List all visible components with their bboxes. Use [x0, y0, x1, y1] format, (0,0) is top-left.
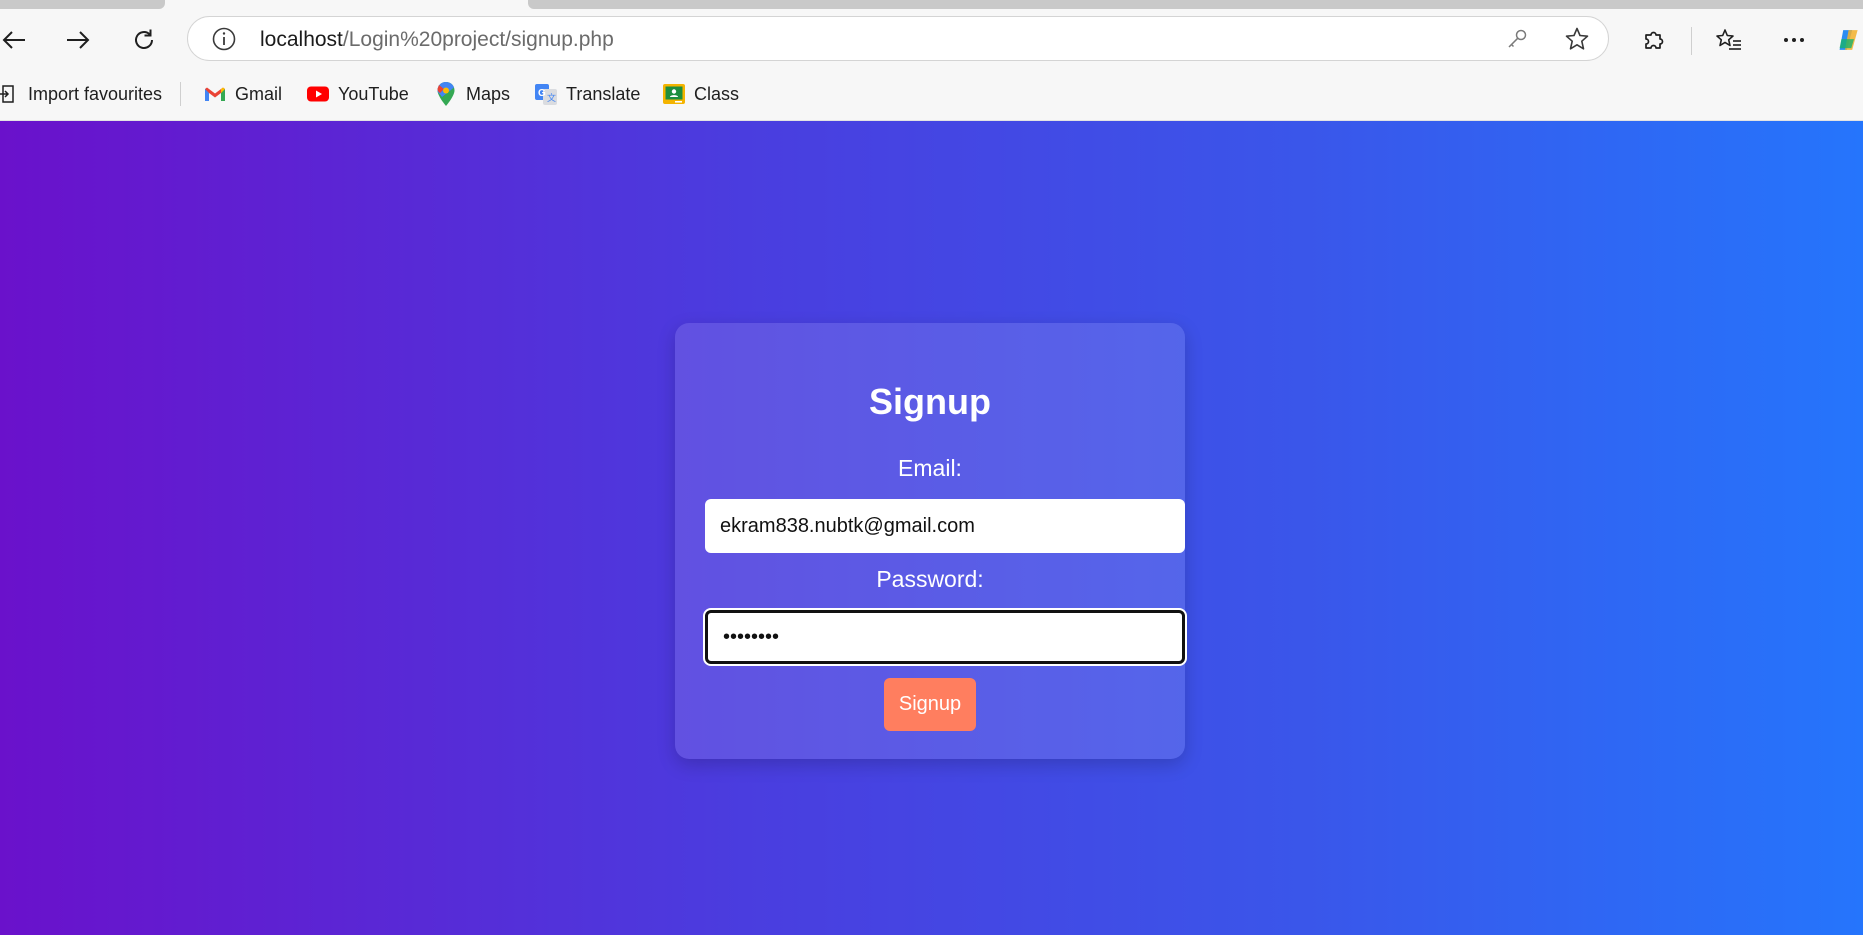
refresh-button[interactable] — [124, 20, 164, 60]
bookmark-youtube[interactable]: YouTube — [306, 76, 409, 112]
signup-button[interactable]: Signup — [884, 678, 976, 731]
bookmark-label: Import favourites — [28, 83, 163, 104]
forward-arrow-icon — [67, 31, 90, 49]
gmail-icon — [203, 82, 227, 106]
bookmark-maps[interactable]: Maps — [434, 76, 510, 112]
page-background: Signup Email: Password: Signup — [0, 121, 1863, 935]
youtube-icon — [306, 82, 330, 106]
copilot-icon — [1839, 30, 1858, 50]
bookmark-label: Maps — [466, 83, 511, 104]
tab-strip-left — [0, 0, 165, 9]
copilot-button[interactable] — [1836, 20, 1863, 60]
url-text[interactable]: localhost/Login%20project/signup.php — [260, 28, 614, 52]
favourites-button[interactable] — [1709, 20, 1749, 60]
back-arrow-icon — [2, 31, 25, 49]
favourites-list-icon — [1716, 29, 1741, 50]
refresh-icon — [135, 29, 153, 49]
bookmark-label: YouTube — [338, 83, 409, 104]
bookmark-label: Gmail — [235, 83, 283, 104]
maps-icon — [434, 82, 458, 106]
toolbar-separator — [1691, 27, 1692, 55]
bookmarks-separator — [180, 82, 181, 106]
back-button[interactable] — [0, 20, 34, 60]
page-title: Signup — [869, 381, 991, 422]
import-icon — [0, 82, 20, 106]
svg-text:G: G — [538, 88, 546, 99]
extensions-puzzle-icon — [1645, 31, 1664, 49]
email-label: Email: — [898, 455, 962, 481]
email-field[interactable] — [705, 499, 1185, 553]
bookmarks-bar: Import favourites Gmail YouTube Maps G 文… — [0, 76, 1863, 112]
translate-icon: G 文 — [534, 82, 558, 106]
settings-more-button[interactable] — [1774, 20, 1814, 60]
site-info-icon[interactable] — [208, 23, 240, 55]
url-host: localhost — [260, 28, 343, 51]
bookmark-import-favourites[interactable]: Import favourites — [0, 76, 162, 112]
extensions-button[interactable] — [1634, 20, 1674, 60]
forward-button[interactable] — [58, 20, 98, 60]
password-label: Password: — [876, 566, 984, 592]
bookmark-gmail[interactable]: Gmail — [203, 76, 282, 112]
password-key-icon[interactable] — [1501, 23, 1533, 55]
bookmark-class[interactable]: Class — [662, 76, 739, 112]
svg-text:文: 文 — [547, 92, 556, 103]
tab-strip-right — [528, 0, 1863, 9]
bookmark-label: Translate — [566, 83, 641, 104]
bookmark-translate[interactable]: G 文 Translate — [534, 76, 640, 112]
url-path: /Login%20project/signup.php — [342, 28, 614, 51]
bookmark-label: Class — [694, 83, 740, 104]
classroom-icon — [662, 82, 686, 106]
address-bar[interactable]: localhost/Login%20project/signup.php — [187, 16, 1609, 61]
password-field[interactable] — [705, 610, 1185, 664]
favourite-star-icon[interactable] — [1561, 23, 1593, 55]
more-dots-icon — [1784, 38, 1804, 42]
browser-chrome: localhost/Login%20project/signup.php Imp… — [0, 0, 1863, 121]
signup-card: Signup Email: Password: Signup — [675, 323, 1185, 759]
